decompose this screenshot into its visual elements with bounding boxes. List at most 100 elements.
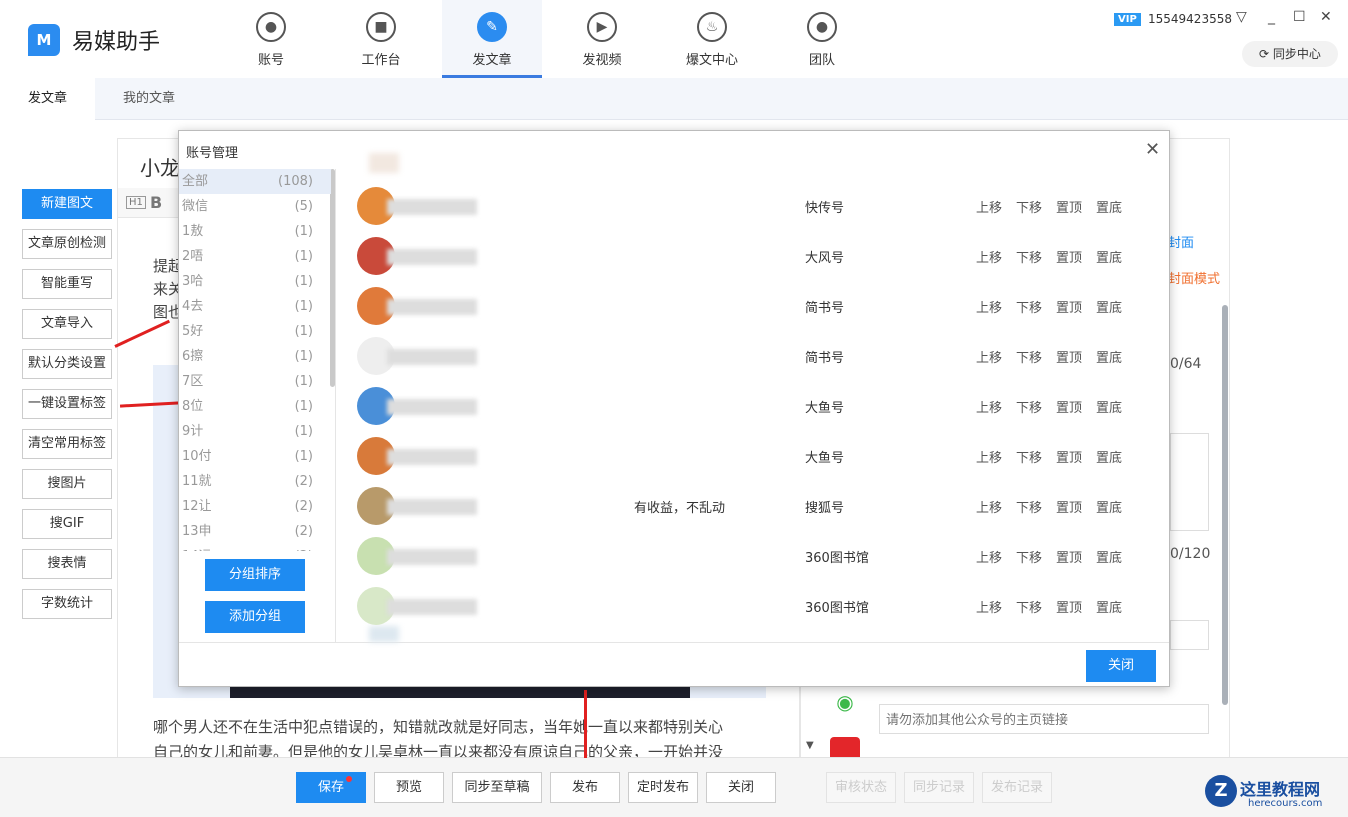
nav-workbench[interactable]: ■ 工作台 [331,0,431,78]
add-group-button[interactable]: 添加分组 [205,601,305,633]
move-up-button[interactable]: 上移 [976,297,1002,316]
set-tags-button[interactable]: 一键设置标签 [22,389,112,419]
import-article-button[interactable]: 文章导入 [22,309,112,339]
group-item[interactable]: 2唔 (1) [179,244,331,269]
default-category-button[interactable]: 默认分类设置 [22,349,112,379]
close-button[interactable]: 关闭 [706,772,776,803]
group-item[interactable]: 3哈 (1) [179,269,331,294]
sort-groups-button[interactable]: 分组排序 [205,559,305,591]
platform-icon-green[interactable]: ◉ [830,690,860,720]
move-bottom-button[interactable]: 置底 [1096,297,1122,316]
move-down-button[interactable]: 下移 [1016,397,1042,416]
move-down-button[interactable]: 下移 [1016,547,1042,566]
group-item[interactable]: 6擦 (1) [179,344,331,369]
move-top-button[interactable]: 置顶 [1056,447,1082,466]
move-up-button[interactable]: 上移 [976,347,1002,366]
move-up-button[interactable]: 上移 [976,397,1002,416]
schedule-publish-button[interactable]: 定时发布 [628,772,698,803]
review-status-button[interactable]: 审核状态 [826,772,896,803]
move-bottom-button[interactable]: 置底 [1096,547,1122,566]
move-down-button[interactable]: 下移 [1016,197,1042,216]
clear-tags-button[interactable]: 清空常用标签 [22,429,112,459]
originality-check-button[interactable]: 文章原创检测 [22,229,112,259]
user-phone[interactable]: 15549423558 [1148,12,1232,26]
tags-input[interactable] [1170,620,1209,650]
nav-team[interactable]: ● 团队 [772,0,872,78]
nav-account[interactable]: ● 账号 [221,0,321,78]
maximize-icon[interactable]: ☐ [1293,9,1306,25]
move-down-button[interactable]: 下移 [1016,497,1042,516]
move-down-button[interactable]: 下移 [1016,347,1042,366]
heading-icon[interactable]: H1 [126,196,146,209]
new-article-button[interactable]: 新建图文 [22,189,112,219]
group-item[interactable]: 1敖 (1) [179,219,331,244]
sync-draft-button[interactable]: 同步至草稿 [452,772,542,803]
group-item[interactable]: 7区 (1) [179,369,331,394]
cover-link[interactable]: 封面 [1168,232,1194,251]
group-item[interactable]: 微信 (5) [179,194,331,219]
nav-publish-video[interactable]: ▶ 发视频 [552,0,652,78]
bold-icon[interactable]: B [150,193,162,212]
search-gif-button[interactable]: 搜GIF [22,509,112,539]
group-item[interactable]: 13申 (2) [179,519,331,544]
move-up-button[interactable]: 上移 [976,547,1002,566]
move-down-button[interactable]: 下移 [1016,247,1042,266]
minimize-icon[interactable]: _ [1268,9,1275,25]
search-images-button[interactable]: 搜图片 [22,469,112,499]
move-top-button[interactable]: 置顶 [1056,497,1082,516]
move-bottom-button[interactable]: 置底 [1096,447,1122,466]
close-window-icon[interactable]: ✕ [1320,9,1332,25]
move-bottom-button[interactable]: 置底 [1096,247,1122,266]
group-item[interactable]: 5好 (1) [179,319,331,344]
word-count-button[interactable]: 字数统计 [22,589,112,619]
publish-button[interactable]: 发布 [550,772,620,803]
group-item[interactable]: 8位 (1) [179,394,331,419]
close-icon[interactable]: ✕ [1145,139,1160,160]
move-top-button[interactable]: 置顶 [1056,347,1082,366]
dropdown-icon[interactable]: ▽ [1236,9,1247,25]
settings-scrollbar[interactable] [1222,305,1228,705]
search-emoji-button[interactable]: 搜表情 [22,549,112,579]
move-top-button[interactable]: 置顶 [1056,597,1082,616]
dialog-close-button[interactable]: 关闭 [1086,650,1156,682]
move-down-button[interactable]: 下移 [1016,297,1042,316]
group-item[interactable]: 9计 (1) [179,419,331,444]
move-top-button[interactable]: 置顶 [1056,397,1082,416]
move-down-button[interactable]: 下移 [1016,447,1042,466]
move-up-button[interactable]: 上移 [976,247,1002,266]
move-up-button[interactable]: 上移 [976,197,1002,216]
publish-records-button[interactable]: 发布记录 [982,772,1052,803]
move-top-button[interactable]: 置顶 [1056,247,1082,266]
move-top-button[interactable]: 置顶 [1056,547,1082,566]
homepage-link-input[interactable] [879,704,1209,734]
sync-records-button[interactable]: 同步记录 [904,772,974,803]
nav-hot-articles[interactable]: ♨ 爆文中心 [662,0,762,78]
summary-textarea[interactable] [1170,433,1209,531]
move-bottom-button[interactable]: 置底 [1096,597,1122,616]
move-down-button[interactable]: 下移 [1016,597,1042,616]
group-item[interactable]: 11就 (2) [179,469,331,494]
sync-center-button[interactable]: ⟳ 同步中心 [1242,41,1338,67]
preview-button[interactable]: 预览 [374,772,444,803]
move-top-button[interactable]: 置顶 [1056,197,1082,216]
move-bottom-button[interactable]: 置底 [1096,197,1122,216]
move-top-button[interactable]: 置顶 [1056,297,1082,316]
move-bottom-button[interactable]: 置底 [1096,497,1122,516]
save-button[interactable]: 保存 [296,772,366,803]
move-bottom-button[interactable]: 置底 [1096,397,1122,416]
move-up-button[interactable]: 上移 [976,447,1002,466]
cover-mode-link[interactable]: 封面模式 [1168,268,1220,287]
toutiao-icon[interactable] [830,737,860,759]
move-bottom-button[interactable]: 置底 [1096,347,1122,366]
nav-publish-article[interactable]: ✎ 发文章 [442,0,542,78]
tab-my-articles[interactable]: 我的文章 [101,78,197,120]
move-up-button[interactable]: 上移 [976,497,1002,516]
group-item[interactable]: 12让 (2) [179,494,331,519]
article-title[interactable]: 小龙 [140,152,180,181]
group-item[interactable]: 4去 (1) [179,294,331,319]
group-item[interactable]: 10付 (1) [179,444,331,469]
move-up-button[interactable]: 上移 [976,597,1002,616]
tab-publish-article[interactable]: 发文章 [0,78,96,120]
scroll-down-icon[interactable]: ▼ [806,740,814,751]
group-item[interactable]: 全部 (108) [179,169,331,194]
